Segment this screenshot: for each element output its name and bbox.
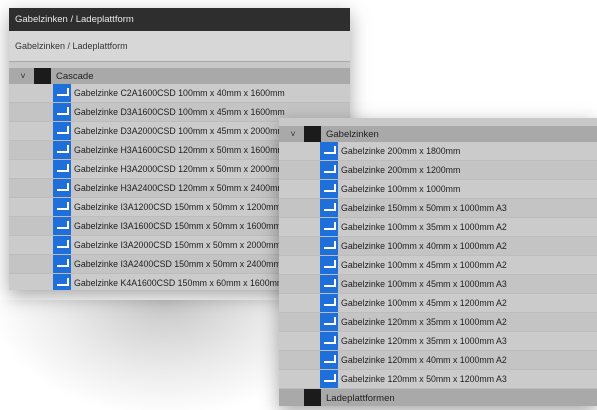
list-item[interactable]: Gabelzinke C2A1600CSD 100mm x 40mm x 160… — [9, 84, 350, 103]
forklift-fork-icon — [320, 351, 338, 369]
group-label: Gabelzinken — [326, 128, 379, 140]
forklift-fork-icon — [320, 142, 338, 160]
library-panel-gabelzinken: ˅ Gabelzinken Gabelzinke 200mm x 1800mm G… — [279, 118, 597, 406]
breadcrumb-path: Gabelzinken / Ladeplattform — [9, 31, 350, 62]
forklift-fork-icon — [53, 217, 71, 235]
list-item-label: Gabelzinke 100mm x 1000mm — [341, 184, 461, 194]
list-item-label: Gabelzinke H3A2000CSD 120mm x 50mm x 200… — [74, 164, 285, 174]
list-item[interactable]: Gabelzinke 100mm x 35mm x 1000mm A2 — [279, 218, 597, 237]
list-item[interactable]: Gabelzinke 150mm x 50mm x 1000mm A3 — [279, 199, 597, 218]
list-item[interactable]: Gabelzinke 200mm x 1800mm — [279, 142, 597, 161]
forklift-fork-icon — [53, 103, 71, 121]
forklift-fork-icon — [53, 84, 71, 102]
item-list: Gabelzinke 200mm x 1800mm Gabelzinke 200m… — [279, 142, 597, 389]
list-item-label: Gabelzinke 120mm x 35mm x 1000mm A2 — [341, 317, 507, 327]
list-item-label: Gabelzinke C2A1600CSD 100mm x 40mm x 160… — [74, 88, 285, 98]
forklift-fork-icon — [53, 160, 71, 178]
group-swatch-icon — [34, 68, 51, 84]
list-item[interactable]: Gabelzinke 120mm x 35mm x 1000mm A3 — [279, 332, 597, 351]
group-row-cascade[interactable]: ˅ Cascade — [9, 68, 350, 84]
list-item[interactable]: Gabelzinke 100mm x 40mm x 1000mm A2 — [279, 237, 597, 256]
group-swatch-icon — [304, 126, 321, 142]
chevron-down-icon[interactable]: ˅ — [16, 71, 30, 81]
list-item-label: Gabelzinke 200mm x 1800mm — [341, 146, 461, 156]
list-item-label: Gabelzinke 120mm x 35mm x 1000mm A3 — [341, 336, 507, 346]
forklift-fork-icon — [53, 255, 71, 273]
group-swatch-icon — [304, 389, 321, 406]
list-item-label: Gabelzinke I3A1200CSD 150mm x 50mm x 120… — [74, 202, 281, 212]
forklift-fork-icon — [53, 274, 71, 290]
list-item[interactable]: Gabelzinke 100mm x 45mm x 1000mm A3 — [279, 275, 597, 294]
forklift-fork-icon — [53, 198, 71, 216]
list-item-label: Gabelzinke I3A2400CSD 150mm x 50mm x 240… — [74, 259, 281, 269]
list-item[interactable]: Gabelzinke 120mm x 40mm x 1000mm A2 — [279, 351, 597, 370]
list-item-label: Gabelzinke 100mm x 45mm x 1000mm A2 — [341, 260, 507, 270]
forklift-fork-icon — [320, 256, 338, 274]
list-item-label: Gabelzinke I3A1600CSD 150mm x 50mm x 160… — [74, 221, 281, 231]
list-item-label: Gabelzinke 100mm x 45mm x 1000mm A3 — [341, 279, 507, 289]
list-item-label: Gabelzinke 120mm x 40mm x 1000mm A2 — [341, 355, 507, 365]
forklift-fork-icon — [53, 122, 71, 140]
group-label: Ladeplattformen — [326, 393, 395, 404]
list-item-label: Gabelzinke H3A2400CSD 120mm x 50mm x 240… — [74, 183, 285, 193]
forklift-fork-icon — [53, 179, 71, 197]
list-item[interactable]: Gabelzinke 100mm x 45mm x 1200mm A2 — [279, 294, 597, 313]
drop-shadow — [0, 300, 300, 410]
list-item-label: Gabelzinke D3A2000CSD 100mm x 45mm x 200… — [74, 126, 285, 136]
list-item-label: Gabelzinke 200mm x 1200mm — [341, 165, 461, 175]
group-row-gabelzinken[interactable]: ˅ Gabelzinken — [279, 126, 597, 142]
forklift-fork-icon — [53, 236, 71, 254]
list-item[interactable]: Gabelzinke 120mm x 50mm x 1200mm A3 — [279, 370, 597, 389]
group-row-ladeplattformen[interactable]: Ladeplattformen — [279, 389, 597, 406]
forklift-fork-icon — [320, 332, 338, 350]
list-item[interactable]: Gabelzinke 200mm x 1200mm — [279, 161, 597, 180]
forklift-fork-icon — [320, 275, 338, 293]
list-item-label: Gabelzinke D3A1600CSD 100mm x 45mm x 160… — [74, 107, 285, 117]
chevron-down-icon[interactable]: ˅ — [286, 129, 300, 139]
list-item[interactable]: Gabelzinke 100mm x 45mm x 1000mm A2 — [279, 256, 597, 275]
forklift-fork-icon — [320, 180, 338, 198]
forklift-fork-icon — [53, 141, 71, 159]
list-item[interactable]: Gabelzinke 120mm x 35mm x 1000mm A2 — [279, 313, 597, 332]
forklift-fork-icon — [320, 370, 338, 388]
forklift-fork-icon — [320, 294, 338, 312]
list-item-label: Gabelzinke 100mm x 35mm x 1000mm A2 — [341, 222, 507, 232]
group-label: Cascade — [56, 70, 94, 82]
list-item-label: Gabelzinke 100mm x 40mm x 1000mm A2 — [341, 241, 507, 251]
list-item-label: Gabelzinke 100mm x 45mm x 1200mm A2 — [341, 298, 507, 308]
panel-title: Gabelzinken / Ladeplattform — [9, 8, 350, 31]
list-item-label: Gabelzinke H3A1600CSD 120mm x 50mm x 160… — [74, 145, 285, 155]
forklift-fork-icon — [320, 199, 338, 217]
list-item-label: Gabelzinke 150mm x 50mm x 1000mm A3 — [341, 203, 507, 213]
list-item[interactable]: Gabelzinke 100mm x 1000mm — [279, 180, 597, 199]
forklift-fork-icon — [320, 218, 338, 236]
list-item-label: Gabelzinke 120mm x 50mm x 1200mm A3 — [341, 374, 507, 384]
forklift-fork-icon — [320, 237, 338, 255]
list-item-label: Gabelzinke I3A2000CSD 150mm x 50mm x 200… — [74, 240, 281, 250]
forklift-fork-icon — [320, 161, 338, 179]
list-item-label: Gabelzinke K4A1600CSD 150mm x 60mm x 160… — [74, 278, 285, 288]
forklift-fork-icon — [320, 313, 338, 331]
